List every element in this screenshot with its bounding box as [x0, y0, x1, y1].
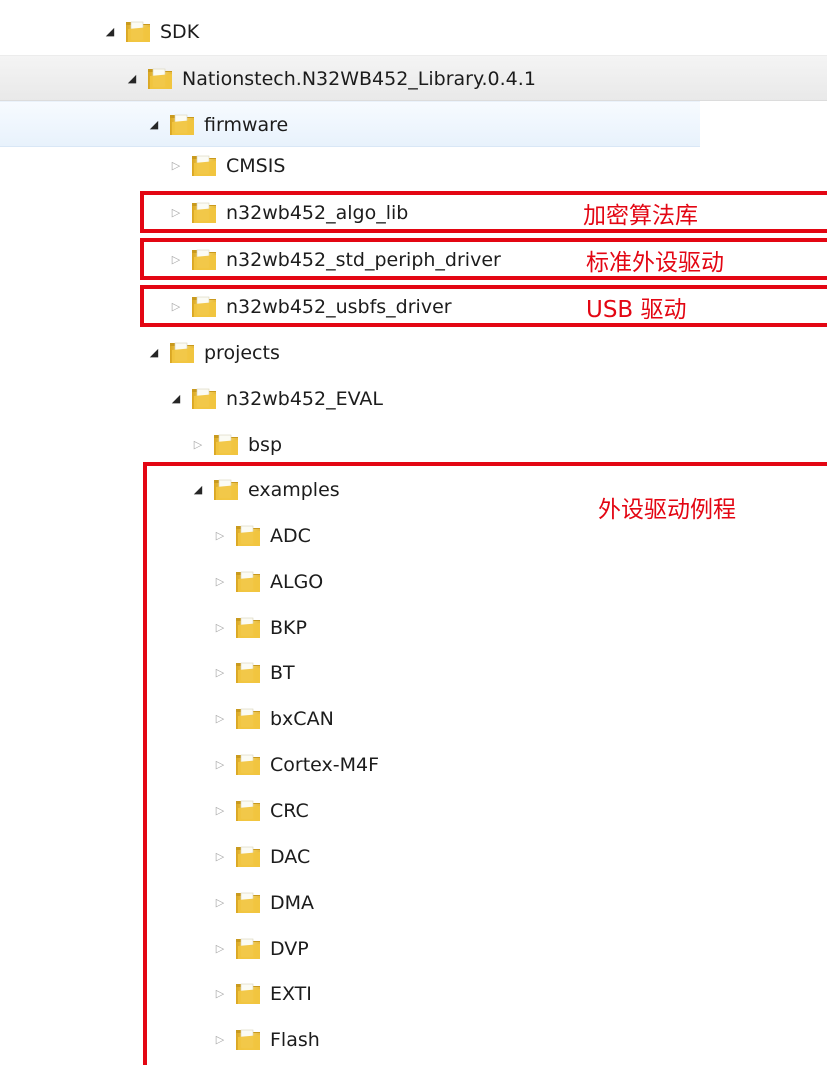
tree-row[interactable]: ▷ CRC	[0, 788, 827, 834]
tree-row[interactable]: ▷ bxCAN	[0, 696, 827, 742]
folder-icon	[236, 1029, 260, 1050]
folder-icon	[236, 708, 260, 729]
collapsed-arrow-icon[interactable]: ▷	[214, 1034, 226, 1046]
tree-row[interactable]: ▷ DAC	[0, 834, 827, 880]
tree-row[interactable]: ▷ EXTI	[0, 971, 827, 1017]
tree-row[interactable]: ◢ SDK	[0, 9, 827, 55]
tree-row[interactable]: ▷ BT	[0, 650, 827, 696]
folder-icon	[214, 479, 238, 500]
tree-row[interactable]: ▷ DMA	[0, 880, 827, 926]
collapsed-arrow-icon[interactable]: ▷	[170, 160, 182, 172]
folder-icon	[148, 68, 172, 89]
folder-icon	[236, 617, 260, 638]
tree-row-label: EXTI	[270, 983, 312, 1005]
annotation-usb: USB 驱动	[586, 297, 687, 323]
folder-icon	[170, 342, 194, 363]
tree-row[interactable]: ◢ projects	[0, 330, 827, 376]
annotation-std-periph: 标准外设驱动	[586, 250, 724, 276]
tree-row[interactable]: ▷ Flash	[0, 1017, 827, 1063]
annotation-box-algo-lib	[140, 191, 827, 233]
collapsed-arrow-icon[interactable]: ▷	[214, 622, 226, 634]
annotation-examples-left-line	[143, 462, 147, 1065]
folder-icon	[126, 21, 150, 42]
tree-row-label: projects	[204, 342, 280, 364]
tree-row-label: ADC	[270, 525, 311, 547]
tree-row-label: BKP	[270, 617, 307, 639]
tree-row-label: DAC	[270, 846, 311, 868]
folder-icon	[236, 892, 260, 913]
tree-row-label: Cortex-M4F	[270, 754, 380, 776]
expanded-arrow-icon[interactable]: ◢	[192, 484, 204, 496]
tree-row-label: SDK	[160, 21, 200, 43]
folder-icon	[236, 662, 260, 683]
collapsed-arrow-icon[interactable]: ▷	[214, 897, 226, 909]
annotation-examples-top-line	[143, 462, 827, 466]
tree-row[interactable]: ▷ BKP	[0, 605, 827, 651]
tree-row-label: DVP	[270, 938, 309, 960]
folder-icon	[236, 983, 260, 1004]
collapsed-arrow-icon[interactable]: ▷	[214, 667, 226, 679]
tree-row-label: BT	[270, 662, 295, 684]
expanded-arrow-icon[interactable]: ◢	[148, 347, 160, 359]
tree-row[interactable]: ▷ DVP	[0, 926, 827, 972]
folder-icon	[192, 155, 216, 176]
folder-icon	[236, 800, 260, 821]
folder-icon	[170, 114, 194, 135]
tree-row[interactable]: ◢ n32wb452_EVAL	[0, 376, 827, 422]
folder-icon	[192, 388, 216, 409]
collapsed-arrow-icon[interactable]: ▷	[192, 439, 204, 451]
tree-row-label: firmware	[204, 114, 289, 136]
folder-icon	[236, 938, 260, 959]
tree-row-label: CMSIS	[226, 155, 286, 177]
collapsed-arrow-icon[interactable]: ▷	[214, 530, 226, 542]
tree-row-label: Flash	[270, 1029, 320, 1051]
tree-row-label: bxCAN	[270, 708, 334, 730]
collapsed-arrow-icon[interactable]: ▷	[214, 759, 226, 771]
collapsed-arrow-icon[interactable]: ▷	[214, 805, 226, 817]
tree-row-label: Nationstech.N32WB452_Library.0.4.1	[182, 68, 536, 90]
tree-row-label: ALGO	[270, 571, 324, 593]
folder-icon	[236, 571, 260, 592]
annotation-box-usbfs	[140, 285, 827, 327]
expanded-arrow-icon[interactable]: ◢	[126, 73, 138, 85]
tree-row[interactable]: ▷ Cortex-M4F	[0, 742, 827, 788]
tree-row-label: n32wb452_EVAL	[226, 388, 383, 410]
tree-row[interactable]: ◢ Nationstech.N32WB452_Library.0.4.1	[0, 55, 827, 101]
folder-icon	[214, 434, 238, 455]
tree-row[interactable]: ▷ ALGO	[0, 559, 827, 605]
expanded-arrow-icon[interactable]: ◢	[148, 119, 160, 131]
collapsed-arrow-icon[interactable]: ▷	[214, 851, 226, 863]
tree-row-label: DMA	[270, 892, 315, 914]
folder-icon	[236, 846, 260, 867]
folder-icon	[236, 754, 260, 775]
tree-row-label: CRC	[270, 800, 309, 822]
collapsed-arrow-icon[interactable]: ▷	[214, 713, 226, 725]
tree-row[interactable]: ◢ firmware	[0, 101, 700, 147]
annotation-algo-lib: 加密算法库	[583, 203, 698, 229]
collapsed-arrow-icon[interactable]: ▷	[214, 576, 226, 588]
tree-row-label: examples	[248, 479, 340, 501]
annotation-examples: 外设驱动例程	[598, 497, 736, 523]
collapsed-arrow-icon[interactable]: ▷	[214, 943, 226, 955]
expanded-arrow-icon[interactable]: ◢	[170, 393, 182, 405]
collapsed-arrow-icon[interactable]: ▷	[214, 988, 226, 1000]
folder-icon	[236, 525, 260, 546]
tree-row[interactable]: ▷ CMSIS	[0, 143, 827, 189]
expanded-arrow-icon[interactable]: ◢	[104, 26, 116, 38]
